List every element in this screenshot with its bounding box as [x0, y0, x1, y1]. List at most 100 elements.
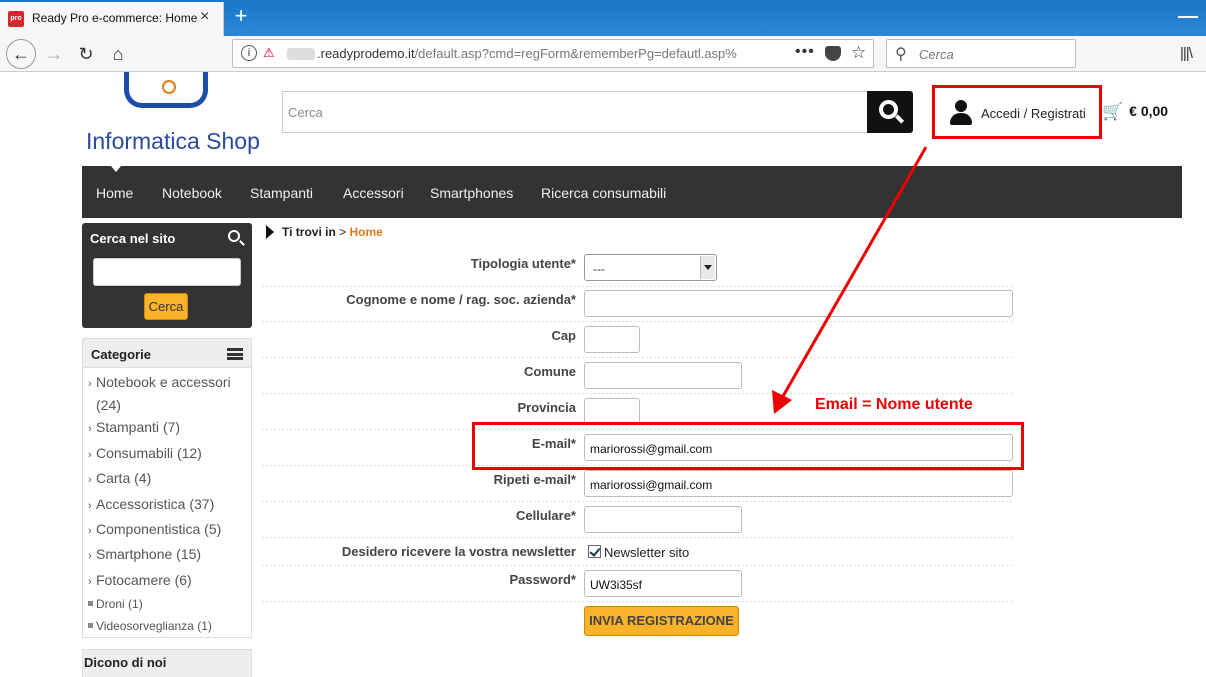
category-item[interactable]: › Carta (4)	[88, 470, 151, 486]
site-logo[interactable]: Informatica Shop	[86, 72, 276, 160]
chevron-right-icon: ›	[88, 500, 92, 512]
browser-tab-bar: pro Ready Pro e-commerce: Home × +	[0, 0, 1206, 36]
home-icon[interactable]: ⌂	[104, 41, 132, 67]
password-input[interactable]: UW3i35sf	[584, 570, 742, 597]
browser-tab-active[interactable]: pro Ready Pro e-commerce: Home ×	[0, 2, 224, 36]
main-menu: Home Notebook Stampanti Accessori Smartp…	[82, 166, 1182, 218]
category-name: Fotocamere	[96, 572, 171, 588]
subcategory-count: (1)	[197, 619, 212, 633]
login-register-link[interactable]: Accedi / Registrati	[932, 85, 1102, 139]
category-item[interactable]: › Consumabili (12)	[88, 445, 202, 461]
categories-panel: Categorie › Notebook e accessori (24) › Sta…	[82, 338, 252, 638]
subcategory-count: (1)	[128, 597, 143, 611]
chevron-right-icon: ›	[88, 378, 92, 390]
row-divider	[262, 537, 1012, 538]
sidebar-search-button[interactable]: Cerca	[144, 293, 188, 320]
url-path: /default.asp?cmd=regForm&rememberPg=defa…	[414, 46, 737, 61]
site-search-button[interactable]	[867, 91, 913, 133]
cap-input[interactable]	[584, 326, 640, 353]
close-tab-icon[interactable]: ×	[200, 8, 209, 26]
bullet-square-icon	[88, 623, 93, 628]
user-icon-head	[955, 100, 967, 112]
user-icon-body	[950, 113, 972, 125]
pocket-icon[interactable]	[825, 46, 841, 61]
categories-header: Categorie	[83, 339, 251, 368]
info-icon[interactable]: i	[241, 45, 257, 61]
list-icon[interactable]	[227, 348, 243, 360]
breadcrumb-separator: >	[339, 225, 347, 239]
reload-icon[interactable]: ↻	[72, 41, 100, 67]
label-comune: Comune	[524, 364, 576, 379]
category-count: (15)	[176, 546, 202, 562]
tipologia-utente-select[interactable]: ---	[584, 254, 717, 281]
insecure-lock-icon[interactable]: ⚠	[263, 45, 275, 61]
menu-item-notebook[interactable]: Notebook	[162, 185, 222, 201]
search-icon: ⚲	[895, 46, 907, 63]
bookmark-star-icon[interactable]: ☆	[851, 43, 866, 63]
row-divider	[262, 601, 1012, 602]
submit-registration-button[interactable]: INVIA REGISTRAZIONE	[584, 606, 739, 636]
sidebar-search-panel: Cerca nel sito Cerca	[82, 223, 252, 328]
label-cap: Cap	[551, 328, 576, 343]
newsletter-checkbox-label[interactable]: Newsletter sito	[604, 545, 689, 560]
favicon-icon: pro	[8, 11, 24, 27]
menu-item-accessori[interactable]: Accessori	[343, 185, 404, 201]
browser-search-input[interactable]: ⚲ Cerca	[886, 39, 1076, 68]
category-count: (6)	[174, 572, 192, 588]
login-register-label: Accedi / Registrati	[981, 106, 1086, 121]
cellulare-input[interactable]	[584, 506, 742, 533]
label-cellulare: Cellulare*	[516, 508, 576, 523]
category-count: (24)	[96, 397, 121, 413]
back-icon[interactable]: ←	[6, 39, 36, 69]
logo-text: Informatica Shop	[86, 128, 260, 154]
chevron-right-icon: ›	[88, 525, 92, 537]
menu-item-smartphones[interactable]: Smartphones	[430, 185, 513, 201]
category-item[interactable]: › Stampanti (7)	[88, 419, 180, 435]
sidebar-search-input[interactable]	[93, 258, 241, 286]
row-divider	[262, 286, 1012, 287]
label-cognome-nome: Cognome e nome / rag. soc. azienda*	[346, 292, 576, 307]
provincia-input[interactable]	[584, 398, 640, 425]
category-item[interactable]: › Fotocamere (6)	[88, 572, 192, 588]
url-text[interactable]: .readyprodemo.it/default.asp?cmd=regForm…	[317, 46, 787, 61]
category-count: (37)	[189, 496, 215, 512]
forward-icon[interactable]: →	[40, 41, 68, 67]
category-name: Notebook e accessori	[96, 374, 231, 390]
chevron-right-icon: ›	[88, 576, 92, 588]
menu-item-stampanti[interactable]: Stampanti	[250, 185, 313, 201]
cart-link[interactable]: 🛒 € 0,00	[1102, 102, 1168, 122]
chevron-right-icon: ›	[88, 550, 92, 562]
menu-item-ricerca-consumabili[interactable]: Ricerca consumabili	[541, 185, 666, 201]
chevron-right-icon: ›	[88, 474, 92, 486]
category-name: Stampanti	[96, 419, 160, 435]
library-icon[interactable]: |||\	[1180, 45, 1193, 62]
category-item[interactable]: › Accessoristica (37)	[88, 496, 214, 512]
newsletter-checkbox[interactable]	[588, 545, 601, 558]
breadcrumb: Ti trovi in > Home	[266, 225, 383, 239]
page-actions-icon[interactable]: •••	[795, 43, 815, 61]
comune-input[interactable]	[584, 362, 742, 389]
blurred-subdomain	[287, 48, 315, 60]
category-item[interactable]: › Notebook e accessori (24)	[88, 372, 231, 416]
category-item[interactable]: › Smartphone (15)	[88, 546, 201, 562]
breadcrumb-home-link[interactable]: Home	[350, 225, 383, 239]
category-count: (4)	[134, 470, 152, 486]
minimize-window-icon[interactable]	[1178, 4, 1198, 18]
chevron-right-icon: ›	[88, 449, 92, 461]
subcategory-item[interactable]: Videosorveglianza (1)	[88, 619, 212, 633]
category-item[interactable]: › Componentistica (5)	[88, 521, 221, 537]
cognome-nome-input[interactable]	[584, 290, 1013, 317]
label-ripeti-email: Ripeti e-mail*	[493, 472, 576, 487]
category-name: Carta	[96, 470, 131, 486]
user-icon	[949, 100, 973, 126]
menu-item-home[interactable]: Home	[96, 185, 133, 201]
ripeti-email-input[interactable]: mariorossi@gmail.com	[584, 470, 1013, 497]
row-divider	[262, 393, 1012, 394]
annotation-email-highlight	[472, 422, 1024, 470]
subcategory-item[interactable]: Droni (1)	[88, 597, 143, 611]
site-search-input[interactable]: Cerca	[282, 91, 868, 133]
url-bar[interactable]: i ⚠ .readyprodemo.it/default.asp?cmd=reg…	[232, 39, 874, 68]
new-tab-icon[interactable]: +	[230, 3, 252, 29]
row-divider	[262, 501, 1012, 502]
browser-nav-bar: ← → ↻ ⌂ i ⚠ .readyprodemo.it/default.asp…	[0, 36, 1206, 72]
